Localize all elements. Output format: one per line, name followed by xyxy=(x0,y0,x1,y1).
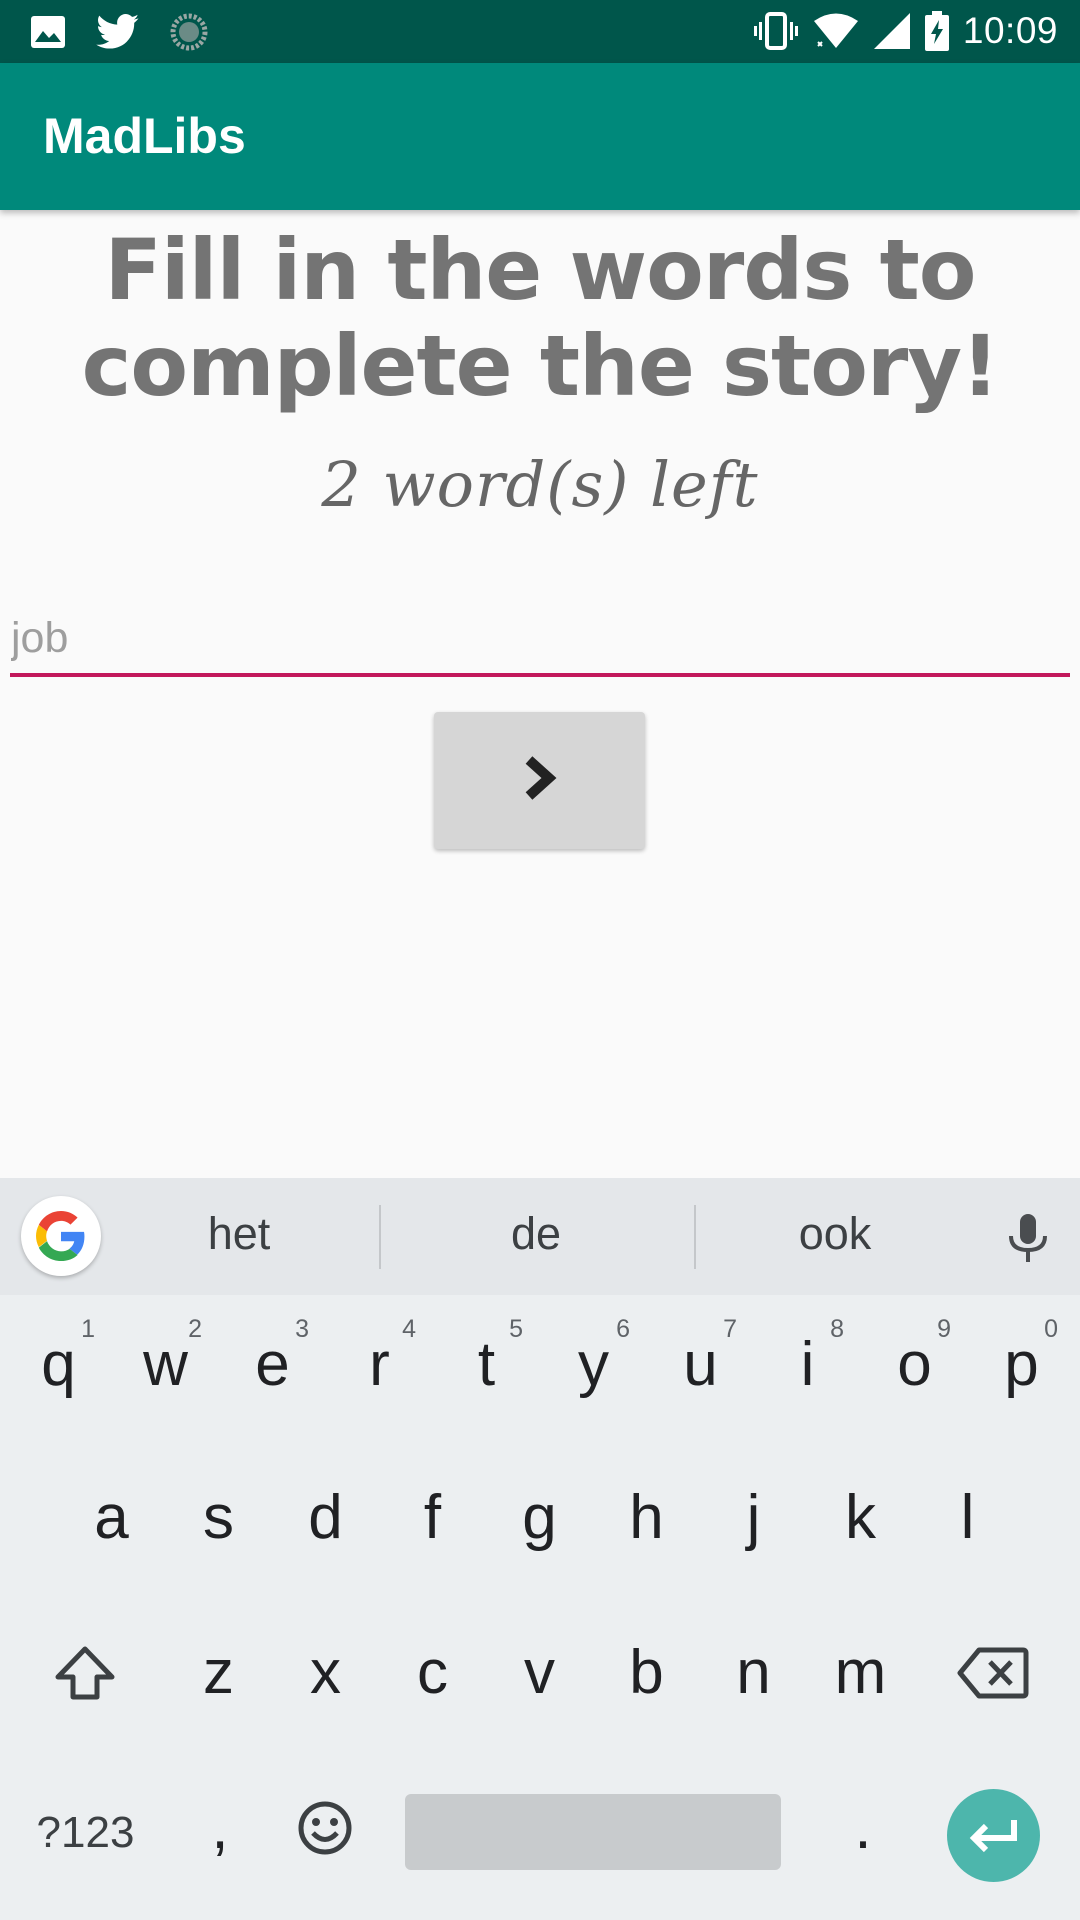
suggestion-1[interactable]: het xyxy=(139,1208,339,1260)
symbols-key[interactable]: ?123 xyxy=(28,1788,143,1878)
enter-key[interactable] xyxy=(947,1789,1040,1882)
key-u[interactable]: 7u xyxy=(648,1295,753,1435)
vibrate-icon xyxy=(753,11,799,51)
app-bar: MadLibs xyxy=(0,63,1080,210)
google-logo-button[interactable] xyxy=(21,1196,101,1276)
shift-icon xyxy=(55,1646,114,1700)
signal-icon xyxy=(873,12,911,50)
space-bar[interactable] xyxy=(405,1794,781,1870)
suggestion-bar: het de ook xyxy=(0,1178,1080,1295)
key-m[interactable]: m xyxy=(808,1603,913,1743)
key-h[interactable]: h xyxy=(594,1448,699,1588)
suggestion-3[interactable]: ook xyxy=(735,1208,935,1260)
headline-line-1: Fill in the words to xyxy=(104,221,977,319)
word-input[interactable] xyxy=(10,605,1070,671)
image-icon xyxy=(30,15,66,49)
key-j[interactable]: j xyxy=(701,1448,806,1588)
key-z[interactable]: z xyxy=(166,1603,271,1743)
twitter-icon xyxy=(96,14,140,50)
key-g[interactable]: g xyxy=(487,1448,592,1588)
wifi-icon xyxy=(813,12,859,50)
clock: 10:09 xyxy=(962,10,1058,51)
suggestion-divider xyxy=(694,1205,696,1269)
key-e[interactable]: 3e xyxy=(220,1295,325,1435)
backspace-icon xyxy=(957,1647,1028,1699)
sync-icon xyxy=(170,13,208,51)
key-w[interactable]: 2w xyxy=(113,1295,218,1435)
key-l[interactable]: l xyxy=(915,1448,1020,1588)
page-headline: Fill in the words to complete the story! xyxy=(0,222,1080,414)
suggestion-2[interactable]: de xyxy=(436,1208,636,1260)
key-y[interactable]: 6y xyxy=(541,1295,646,1435)
battery-charging-icon xyxy=(924,11,949,51)
shift-key[interactable] xyxy=(32,1603,137,1743)
key-x[interactable]: x xyxy=(273,1603,378,1743)
google-g-icon xyxy=(36,1211,85,1261)
key-a[interactable]: a xyxy=(59,1448,164,1588)
key-k[interactable]: k xyxy=(808,1448,913,1588)
key-r[interactable]: 4r xyxy=(327,1295,432,1435)
status-bar: 10:09 xyxy=(0,0,1080,63)
enter-icon xyxy=(969,1819,1017,1852)
key-q[interactable]: 1q xyxy=(6,1295,111,1435)
words-left-counter: 2 word(s) left xyxy=(321,448,759,521)
key-t[interactable]: 5t xyxy=(434,1295,539,1435)
microphone-icon[interactable] xyxy=(1005,1212,1051,1264)
soft-keyboard: het de ook 1q 2w 3e 4r 5t 6y 7u 8i 9o 0p… xyxy=(0,1178,1080,1920)
app-title: MadLibs xyxy=(43,108,246,164)
emoji-icon xyxy=(298,1801,352,1855)
suggestion-divider xyxy=(379,1205,381,1269)
key-f[interactable]: f xyxy=(380,1448,485,1588)
chevron-right-icon xyxy=(523,756,557,805)
key-o[interactable]: 9o xyxy=(862,1295,967,1435)
next-button[interactable] xyxy=(434,712,645,849)
key-b[interactable]: b xyxy=(594,1603,699,1743)
key-n[interactable]: n xyxy=(701,1603,806,1743)
headline-line-2: complete the story! xyxy=(81,317,1000,415)
period-key[interactable]: . xyxy=(808,1768,918,1888)
comma-key[interactable]: , xyxy=(165,1768,275,1888)
word-input-container xyxy=(10,605,1070,677)
key-c[interactable]: c xyxy=(380,1603,485,1743)
key-p[interactable]: 0p xyxy=(969,1295,1074,1435)
emoji-key[interactable] xyxy=(270,1768,380,1888)
key-v[interactable]: v xyxy=(487,1603,592,1743)
key-s[interactable]: s xyxy=(166,1448,271,1588)
backspace-key[interactable] xyxy=(940,1603,1045,1743)
key-d[interactable]: d xyxy=(273,1448,378,1588)
key-i[interactable]: 8i xyxy=(755,1295,860,1435)
